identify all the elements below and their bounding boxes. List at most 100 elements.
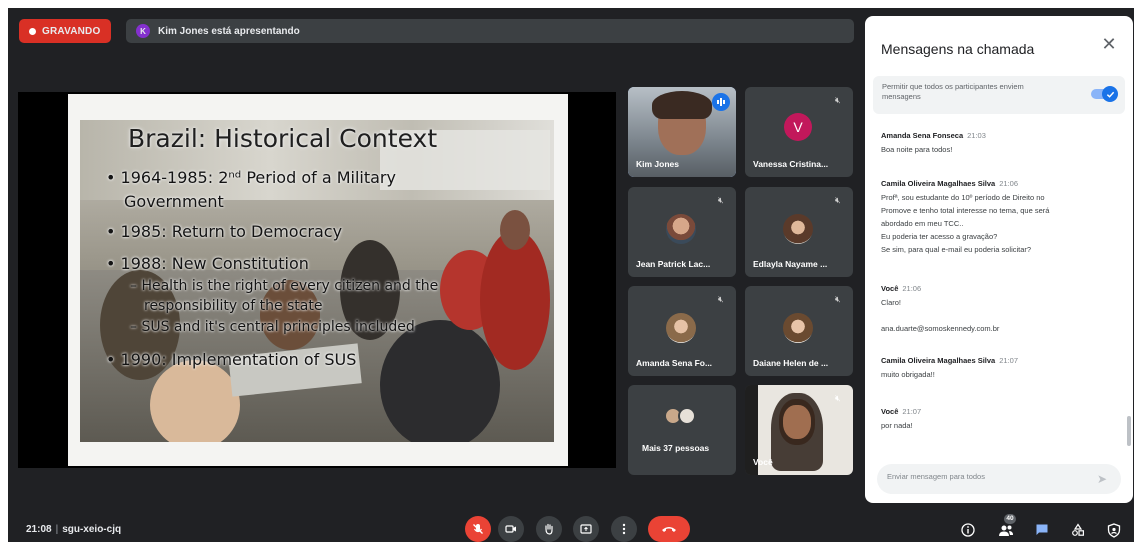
participant-tile-kim-jones[interactable]: Kim Jones [628,87,736,177]
meeting-info: 21:08 | sgu-xeio-cjq [26,524,121,535]
chat-input-box: ➤ [877,464,1121,494]
mic-off-icon: 🔇︎ [835,294,841,304]
raise-hand-button[interactable] [536,516,562,542]
message-header: Amanda Sena Fonseca 21:03 [881,131,986,140]
participant-name: Edlayla Nayame ... [753,259,828,269]
info-icon [961,523,975,537]
meeting-details-button[interactable] [958,520,978,540]
message-header: Camila Oliveira Magalhaes Silva 21:07 [881,356,1018,365]
meeting-code: sgu-xeio-cjq [62,524,122,535]
participant-tile-jean-patrick[interactable]: 🔇︎ Jean Patrick Lac... [628,187,736,277]
permit-messages-toggle[interactable] [1091,86,1118,102]
message-text: Claro! [881,298,902,307]
hand-raise-icon [545,523,553,535]
mic-off-icon: 🔇︎ [835,95,841,105]
mic-off-icon [473,524,483,534]
message-header: Camila Oliveira Magalhaes Silva 21:06 [881,179,1018,188]
message-header: Você 21:07 [881,407,921,416]
message-text: Eu poderia ter acesso a gravação? [881,232,998,241]
chat-message-input[interactable] [887,472,1087,481]
info-separator: | [55,524,59,535]
mic-off-icon: 🔇︎ [718,195,724,205]
slide-title: Brazil: Historical Context [128,124,438,153]
participant-tile-vanessa[interactable]: 🔇︎ V Vanessa Cristina... [745,87,853,177]
message-text: ana.duarte@somoskennedy.com.br [881,324,1000,333]
camera-toggle-button[interactable] [498,516,524,542]
people-icon [999,525,1013,536]
send-icon[interactable]: ➤ [1097,472,1111,486]
slide-bullet: • 1990: Implementation of SUS [106,350,357,369]
recording-label: GRAVANDO [42,25,101,37]
participant-tile-amanda[interactable]: 🔇︎ Amanda Sena Fo... [628,286,736,376]
chat-title: Mensagens na chamada [881,41,1035,57]
participant-name: Você [753,457,773,467]
chat-button[interactable] [1032,520,1052,540]
check-icon [1102,86,1118,102]
chat-scrollbar[interactable] [1127,416,1131,446]
chat-panel: Mensagens na chamada ✕ Permitir que todo… [865,16,1133,503]
message-author: Você [881,284,899,293]
activities-button[interactable] [1068,520,1088,540]
slide-bullet: • 1985: Return to Democracy [106,222,343,241]
end-call-icon [662,527,676,532]
message-text: abordado em meu TCC.. [881,219,964,228]
message-author: Camila Oliveira Magalhaes Silva [881,179,996,188]
participant-tile-edlayla[interactable]: 🔇︎ Edlayla Nayame ... [745,187,853,277]
speaking-indicator-icon [712,93,730,111]
end-call-button[interactable] [648,516,690,542]
participant-avatar [783,313,813,343]
presentation-stage: Brazil: Historical Context • 1964-1985: … [18,92,616,468]
chat-icon [1036,524,1048,535]
mic-off-icon: 🔇︎ [835,195,841,205]
message-time: 21:06 [999,179,1019,188]
mic-off-icon: 🔇︎ [718,294,724,304]
presenter-avatar: K [136,24,150,38]
slide-sub-bullet: – SUS and it's central principles includ… [130,319,415,335]
message-header: Você 21:06 [881,284,921,293]
participant-tile-daiane[interactable]: 🔇︎ Daiane Helen de ... [745,286,853,376]
people-button[interactable]: 40 [996,514,1016,540]
camera-icon [505,525,516,533]
participant-avatar [783,214,813,244]
mic-toggle-button[interactable] [465,516,491,542]
slide-sub-bullet: responsibility of the state [144,298,323,314]
mic-off-icon: 🔇︎ [835,393,841,403]
close-icon[interactable]: ✕ [1099,34,1119,54]
present-screen-button[interactable] [573,516,599,542]
message-time: 21:07 [999,356,1019,365]
recording-badge[interactable]: GRAVANDO [19,19,111,43]
message-author: Amanda Sena Fonseca [881,131,964,140]
host-controls-button[interactable] [1104,520,1124,540]
slide-sub-bullet: – Health is the right of every citizen a… [130,278,439,294]
message-time: 21:07 [902,407,922,416]
message-time: 21:06 [902,284,922,293]
participant-name: Amanda Sena Fo... [636,358,713,368]
more-options-button[interactable] [611,516,637,542]
participant-avatar: V [784,113,812,141]
slide-bullet: • 1964-1985: 2ⁿᵈ Period of a Military [106,168,396,187]
participant-avatar [666,313,696,343]
participant-name: Daiane Helen de ... [753,358,829,368]
activities-icon [1072,523,1085,536]
permit-messages-row: Permitir que todos os participantes envi… [873,76,1125,114]
slide-bullet: Government [124,192,224,211]
recording-dot-icon [29,27,36,35]
message-text: Boa noite para todos! [881,145,953,154]
permit-messages-label: Permitir que todos os participantes envi… [882,82,1024,101]
participant-name: Mais 37 pessoas [642,443,710,453]
message-text: por nada! [881,421,913,430]
more-icon [622,523,626,535]
message-text: Promove e tenho total interesse no tema,… [881,206,1050,215]
message-author: Você [881,407,899,416]
participant-tile-more-people[interactable]: Mais 37 pessoas [628,385,736,475]
clock-time: 21:08 [26,524,52,535]
participant-name: Kim Jones [636,159,679,169]
participant-name: Vanessa Cristina... [753,159,829,169]
presenting-bar: K Kim Jones está apresentando [126,19,854,43]
people-count-badge: 40 [1004,514,1016,524]
message-text: muito obrigada!! [881,370,935,379]
message-text: Profª, sou estudante do 10º período de D… [881,193,1045,202]
presenting-text: Kim Jones está apresentando [158,25,300,37]
participant-name: Jean Patrick Lac... [636,259,711,269]
participant-tile-self[interactable]: 🔇︎ Você [745,385,853,475]
